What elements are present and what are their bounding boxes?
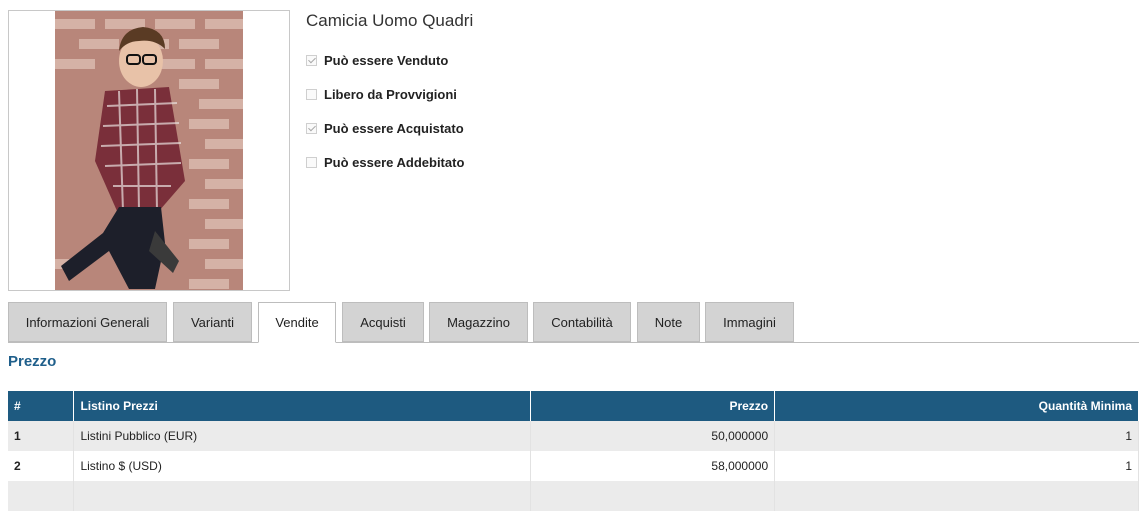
option-label: Può essere Addebitato	[324, 154, 465, 170]
tab-sales[interactable]: Vendite	[258, 302, 336, 343]
product-options: Può essere Venduto Libero da Provvigioni…	[306, 43, 464, 179]
row-pricelist: Listini Pubblico (EUR)	[73, 421, 532, 451]
tab-bar: Informazioni Generali Varianti Vendite A…	[8, 302, 1139, 343]
column-header-pricelist[interactable]: Listino Prezzi	[73, 391, 532, 421]
option-can-be-sold[interactable]: Può essere Venduto	[306, 43, 464, 77]
table-row[interactable]: 1 Listini Pubblico (EUR) 50,000000 1	[8, 421, 1139, 451]
row-index: 1	[8, 421, 75, 451]
column-header-price[interactable]: Prezzo	[530, 391, 776, 421]
section-title-price: Prezzo	[8, 353, 57, 370]
product-title: Camicia Uomo Quadri	[306, 11, 474, 30]
tab-images[interactable]: Immagini	[705, 302, 794, 342]
table-row[interactable]: 2 Listino $ (USD) 58,000000 1	[8, 451, 1139, 481]
row-index: 2	[8, 451, 75, 481]
option-label: Può essere Venduto	[324, 52, 449, 68]
checkbox-can-be-sold[interactable]	[306, 54, 317, 66]
checkbox-commission-free[interactable]	[306, 88, 317, 100]
column-header-min-qty[interactable]: Quantità Minima	[774, 391, 1139, 421]
tab-purchases[interactable]: Acquisti	[342, 302, 424, 342]
column-header-index[interactable]: #	[8, 391, 75, 421]
price-table: # Listino Prezzi Prezzo Quantità Minima …	[8, 391, 1139, 511]
option-commission-free[interactable]: Libero da Provvigioni	[306, 77, 464, 111]
tab-general-info[interactable]: Informazioni Generali	[8, 302, 167, 342]
option-label: Può essere Acquistato	[324, 120, 464, 136]
row-price: 50,000000	[530, 421, 776, 451]
table-empty-row	[8, 481, 1139, 511]
checkbox-can-be-purchased[interactable]	[306, 122, 317, 134]
checkbox-can-be-charged[interactable]	[306, 156, 317, 168]
tab-warehouse[interactable]: Magazzino	[429, 302, 528, 342]
option-label: Libero da Provvigioni	[324, 86, 457, 102]
product-image	[8, 10, 290, 291]
row-min-qty: 1	[774, 421, 1139, 451]
tab-variants[interactable]: Varianti	[173, 302, 252, 342]
tab-accounting[interactable]: Contabilità	[533, 302, 631, 342]
row-pricelist: Listino $ (USD)	[73, 451, 532, 481]
row-min-qty: 1	[774, 451, 1139, 481]
option-can-be-purchased[interactable]: Può essere Acquistato	[306, 111, 464, 145]
option-can-be-charged[interactable]: Può essere Addebitato	[306, 145, 464, 179]
table-header-row: # Listino Prezzi Prezzo Quantità Minima	[8, 391, 1139, 421]
row-price: 58,000000	[530, 451, 776, 481]
tab-notes[interactable]: Note	[637, 302, 700, 342]
